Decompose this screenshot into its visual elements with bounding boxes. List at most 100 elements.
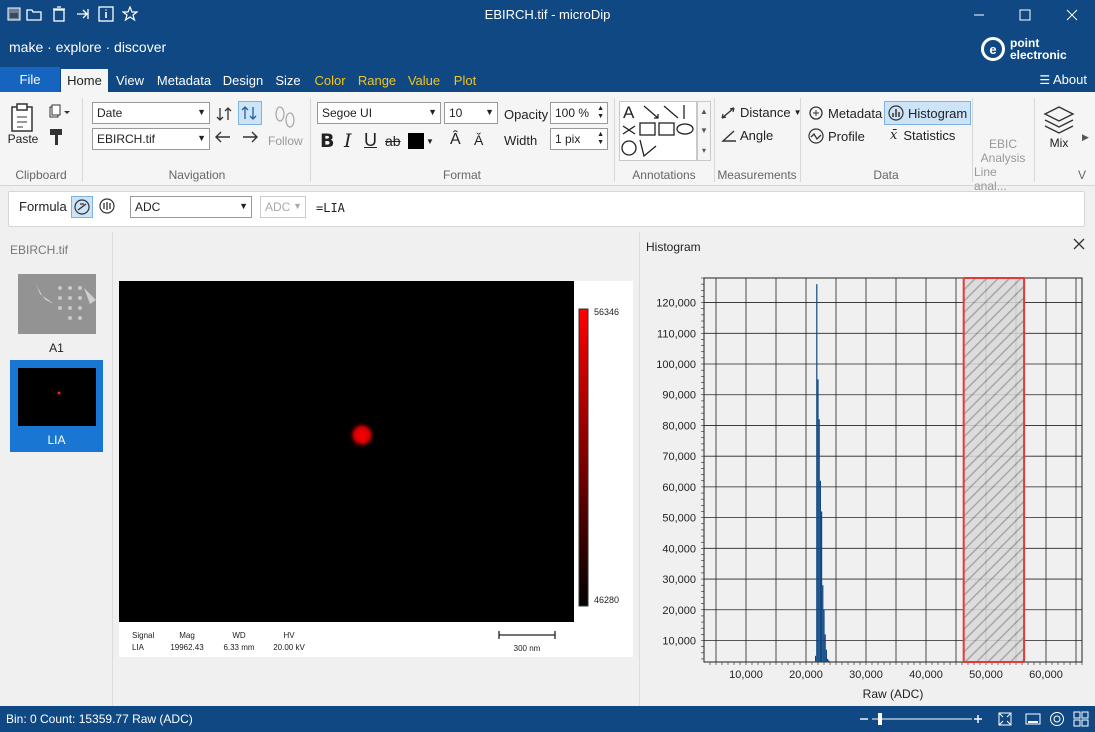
tab-color[interactable]: Color [310,69,350,92]
tab-plot[interactable]: Plot [449,69,481,92]
histogram-panel: Histogram 10,000 20,000 30,000 40,000 50,000… [639,232,1095,706]
close-window-button[interactable] [1049,3,1095,27]
statistics-button[interactable]: x̄ Statistics [890,128,955,143]
file-select[interactable]: EBIRCH.tif ▼ [92,128,210,150]
histogram-bar [828,660,830,662]
histogram-chart[interactable]: 10,000 20,000 30,000 40,000 50,000 60,000 10,0… [640,262,1095,702]
y-tick-label: 20,000 [662,605,696,617]
tab-value[interactable]: Value [404,69,444,92]
maximize-button[interactable] [1002,3,1048,27]
ebic-analysis-button[interactable]: EBIC Analysis Line anal... [974,137,1032,193]
metadata-button[interactable]: Metadata [808,105,882,121]
close-icon [1073,238,1085,250]
angle-button[interactable]: Angle [720,128,773,143]
paste-label: Paste [7,132,39,146]
thumbnail-a1[interactable]: A1 [10,270,103,355]
mix-label: Mix [1049,136,1069,150]
annotation-shapes-gallery[interactable]: A [619,101,697,161]
ebic-line-3: Line anal... [974,165,1007,193]
line-width-stepper[interactable]: 1 pix ▲ ▼ [550,128,608,150]
fit-to-window-button[interactable] [997,711,1013,730]
next-button[interactable] [241,130,259,144]
paste-button[interactable]: Paste [6,102,40,146]
opacity-value: 100 % [555,106,590,120]
sort-ascending-button[interactable] [238,101,262,125]
paste-icon [11,103,33,132]
stepper-arrows-icon: ▲ ▼ [597,105,604,120]
tab-size[interactable]: Size [272,69,304,92]
arrow-left-icon [215,131,230,143]
channel-mode-button[interactable] [99,198,115,214]
font-family-select[interactable]: Segoe UI ▼ [317,102,441,124]
color-swatch [408,133,424,149]
window-title: EBIRCH.tif - microDip [484,7,611,22]
x-tick-label: 50,000 [969,669,1003,681]
hv-value: 20.00 kV [273,643,305,652]
close-panel-button[interactable] [1073,238,1085,253]
format-painter-button[interactable] [48,128,64,146]
width-label: Width [504,133,538,148]
decrease-font-button[interactable]: Ǎ [474,132,483,148]
histogram-bar [825,649,827,662]
screen-mode-button[interactable] [1025,711,1041,730]
profile-button[interactable]: Profile [808,128,865,144]
view-mode-button[interactable] [1049,711,1065,730]
zoom-slider[interactable] [856,710,986,731]
histogram-bar [824,634,826,662]
angle-icon [721,129,736,142]
layers-icon [1043,106,1075,134]
ribbon: Paste Clipboard Date ▼ EBIRCH.tif ▼ Follow… [0,92,1095,193]
formula-unit-select[interactable]: ADC ▼ [260,196,306,218]
stepper-arrows-icon: ▲ ▼ [597,131,604,146]
about-button[interactable]: ☰ About [1039,72,1087,87]
sem-image[interactable] [119,281,574,622]
scroll-up-icon[interactable]: ▲ [700,107,708,116]
thumbnail-label-a1: A1 [49,341,64,355]
formula-expression-input[interactable]: =LIA [316,201,345,215]
y-tick-label: 50,000 [662,513,696,525]
tab-metadata[interactable]: Metadata [153,69,215,92]
colorbar [578,308,589,607]
file-menu-button[interactable]: File [0,67,60,92]
ebic-line-1: EBIC [988,137,1017,151]
tab-view[interactable]: View [112,69,148,92]
copy-button[interactable] [48,104,70,120]
increase-font-button[interactable]: Â [450,131,461,149]
previous-button[interactable] [214,130,232,144]
italic-button[interactable]: I [344,130,352,152]
histogram-button[interactable]: Histogram [884,101,972,125]
grid-layout-button[interactable] [1073,711,1089,730]
highlight-range-fill [963,278,1025,662]
thumbnail-image-lia [17,368,96,426]
tab-design[interactable]: Design [220,69,266,92]
ribbon-scroll-right-icon[interactable]: ▶ [1082,132,1089,143]
expand-gallery-icon[interactable]: ▾ [702,146,706,155]
navigation-group-label: Navigation [168,168,226,182]
profile-icon [808,128,824,144]
tab-home[interactable]: Home [61,69,108,92]
color-picker-button[interactable]: ▼ [408,133,434,149]
bold-button[interactable]: B [320,130,334,152]
strikethrough-button[interactable]: ab [385,133,401,149]
tab-range[interactable]: Range [355,69,399,92]
dropdown-arrow-icon: ▼ [485,107,494,117]
format-group-label: Format [442,168,481,182]
sort-order-select[interactable]: Date ▼ [92,102,210,124]
opacity-stepper[interactable]: 100 % ▲ ▼ [550,102,608,124]
thumbnail-lia[interactable]: LIA [10,360,103,452]
font-size-select[interactable]: 10 ▼ [444,102,498,124]
y-tick-label: 40,000 [662,543,696,555]
mix-button[interactable]: Mix [1040,104,1078,150]
formula-mode-button[interactable] [71,196,93,218]
gallery-scroll-buttons[interactable]: ▲ ▼ ▾ [697,101,711,161]
sort-descending-button[interactable] [214,103,236,125]
underline-button[interactable]: U [364,130,377,151]
follow-button[interactable]: Follow [268,104,303,148]
dropdown-arrow-icon: ▼ [293,201,302,211]
minimize-button[interactable] [956,3,1002,27]
scroll-down-icon[interactable]: ▼ [700,126,708,135]
distance-icon [721,106,735,119]
distance-button[interactable]: Distance ▼ [720,105,802,120]
histogram-bar [819,480,821,662]
formula-channel-select[interactable]: ADC ▼ [130,196,252,218]
